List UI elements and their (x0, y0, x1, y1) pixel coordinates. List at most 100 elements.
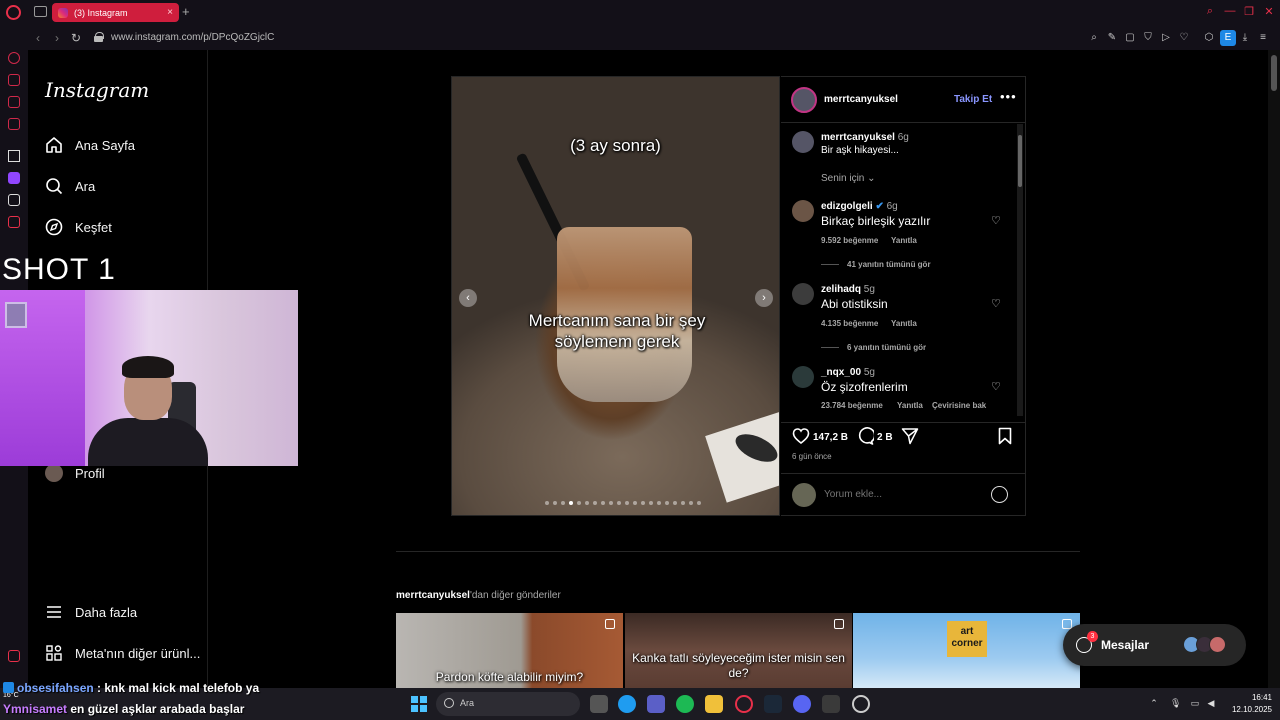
reply-button[interactable]: Yanıtla (891, 236, 917, 245)
comment-likes[interactable]: 9.592 beğenme (821, 236, 878, 245)
comment-like-icon[interactable]: ♡ (991, 380, 1003, 393)
carousel-prev-button[interactable]: ‹ (459, 289, 477, 307)
comment-like-icon[interactable]: ♡ (991, 214, 1003, 227)
spotify-icon[interactable] (676, 695, 694, 713)
author-avatar[interactable] (791, 87, 817, 113)
minimize-button[interactable]: — (1223, 5, 1237, 19)
windows-start-icon[interactable] (411, 696, 427, 712)
menu-icon[interactable]: ≡ (1257, 32, 1269, 44)
comment-input[interactable] (824, 489, 984, 500)
like-count[interactable]: 147,2 B (813, 432, 848, 443)
tab-close-icon[interactable]: × (167, 7, 173, 18)
snapshot-icon[interactable]: ▢ (1124, 32, 1136, 44)
comment-avatar[interactable] (792, 283, 814, 305)
history-icon[interactable] (8, 52, 20, 64)
url-field[interactable]: www.instagram.com/p/DPcQoZGjclC (111, 32, 274, 43)
comment-username[interactable]: zelihadq 5g (821, 284, 875, 295)
emoji-icon[interactable] (991, 486, 1008, 503)
extension-e-icon[interactable]: E (1220, 30, 1236, 46)
comments-scroll-thumb[interactable] (1018, 135, 1022, 187)
app-icon[interactable] (822, 695, 840, 713)
bookmark-icon[interactable] (996, 427, 1014, 445)
instagram-logo[interactable]: Instagram (45, 78, 149, 102)
more-post-thumb[interactable]: Pardon köfte alabilir miyim? (396, 613, 623, 688)
forward-icon[interactable]: › (55, 31, 59, 45)
taskbar-search[interactable]: Ara (436, 692, 580, 716)
share-send-icon[interactable] (901, 427, 919, 445)
page-scroll-thumb[interactable] (1271, 55, 1277, 91)
author-username[interactable]: merrtcanyuksel (824, 94, 898, 105)
zoom-icon[interactable]: ⌕ (1088, 32, 1100, 44)
close-window-button[interactable]: ✕ (1262, 5, 1276, 19)
new-tab-button[interactable]: + (182, 4, 190, 19)
download-icon[interactable]: ⤓ (1239, 32, 1251, 44)
comment-likes[interactable]: 23.784 beğenme (821, 401, 883, 410)
messenger-icon[interactable] (8, 96, 20, 108)
comment-user-text[interactable]: _nqx_00 (821, 367, 861, 378)
aria-icon[interactable] (8, 74, 20, 86)
page-scrollbar[interactable] (1268, 50, 1280, 688)
messages-button[interactable]: 3 Mesajlar (1063, 624, 1246, 666)
comment-user-text[interactable]: zelihadq (821, 284, 861, 295)
caption-avatar[interactable] (792, 131, 814, 153)
edge-icon[interactable] (618, 695, 636, 713)
comment-avatar[interactable] (792, 200, 814, 222)
more-posts-user[interactable]: merrtcanyuksel (396, 590, 470, 601)
tab-islands-icon[interactable] (34, 6, 47, 17)
comment-username[interactable]: edizgolgeli ✔ 6g (821, 201, 898, 212)
search-tabs-icon[interactable]: ⌕ (1203, 5, 1217, 19)
nav-item-profile[interactable]: Profil (45, 464, 105, 482)
x-icon[interactable] (8, 194, 20, 206)
volume-icon[interactable]: ◀ (1206, 698, 1216, 708)
comment-like-icon[interactable]: ♡ (991, 297, 1003, 310)
view-replies-button[interactable]: 6 yanıtın tümünü gör (821, 343, 926, 352)
post-timestamp[interactable]: 6 gün önce (792, 452, 832, 461)
comment-user-text[interactable]: edizgolgeli (821, 201, 873, 212)
lock-icon[interactable] (94, 32, 104, 42)
reply-button[interactable]: Yanıtla (897, 401, 923, 410)
shield-icon[interactable]: ⛉ (1142, 32, 1154, 44)
opera-gx-icon[interactable] (735, 695, 753, 713)
sort-dropdown[interactable]: Senin için ⌄ (821, 173, 876, 184)
nav-item-more[interactable]: Daha fazla (45, 603, 137, 621)
teams-icon[interactable] (647, 695, 665, 713)
reply-button[interactable]: Yanıtla (891, 319, 917, 328)
instagram-sidebar-icon[interactable] (8, 118, 20, 130)
gx-icon[interactable] (8, 650, 20, 662)
file-explorer-icon[interactable] (705, 695, 723, 713)
discord-icon[interactable] (793, 695, 811, 713)
extensions-icon[interactable]: ⬡ (1203, 32, 1215, 44)
follow-button[interactable]: Takip Et (954, 94, 992, 105)
post-image[interactable]: (3 ay sonra) Mertcanım sana bir şey söyl… (451, 76, 780, 516)
nav-item-home[interactable]: Ana Sayfa (45, 136, 135, 154)
like-heart-icon[interactable] (792, 427, 810, 445)
comment-bubble-icon[interactable] (856, 427, 874, 445)
reload-icon[interactable]: ↻ (71, 31, 81, 45)
tray-overflow-icon[interactable]: ⌃ (1149, 698, 1159, 708)
send-icon[interactable]: ▷ (1160, 32, 1172, 44)
comment-count[interactable]: 2 B (877, 432, 893, 443)
comment-likes[interactable]: 4.135 beğenme (821, 319, 878, 328)
back-icon[interactable]: ‹ (36, 31, 40, 45)
tab-instagram[interactable]: (3) Instagram × (52, 3, 179, 22)
more-post-thumb[interactable]: art corner (853, 613, 1080, 688)
nav-item-explore[interactable]: Keşfet (45, 218, 112, 236)
vpn-icon[interactable] (8, 150, 20, 162)
more-post-thumb[interactable]: Kanka tatlı söyleyeceğim ister misin sen… (625, 613, 852, 688)
comment-username[interactable]: _nqx_00 5g (821, 367, 875, 378)
obs-icon[interactable] (852, 695, 870, 713)
clock-time[interactable]: 16:41 (1232, 693, 1272, 702)
network-icon[interactable]: ▭ (1190, 698, 1200, 708)
task-view-icon[interactable] (590, 695, 608, 713)
comment-avatar[interactable] (792, 366, 814, 388)
pin-icon[interactable]: ✎ (1106, 32, 1118, 44)
opera-logo-icon[interactable] (6, 5, 21, 20)
clock-date[interactable]: 12.10.2025 (1226, 705, 1272, 714)
caption-user-text[interactable]: merrtcanyuksel (821, 132, 895, 143)
more-options-icon[interactable]: ••• (1000, 89, 1017, 104)
heart-icon[interactable]: ♡ (1178, 32, 1190, 44)
see-translation-button[interactable]: Çevirisine bak (932, 401, 986, 410)
maximize-button[interactable]: ❐ (1242, 5, 1256, 19)
nav-item-meta[interactable]: Meta'nın diğer ürünl... (45, 644, 200, 662)
twitch-icon[interactable] (8, 172, 20, 184)
